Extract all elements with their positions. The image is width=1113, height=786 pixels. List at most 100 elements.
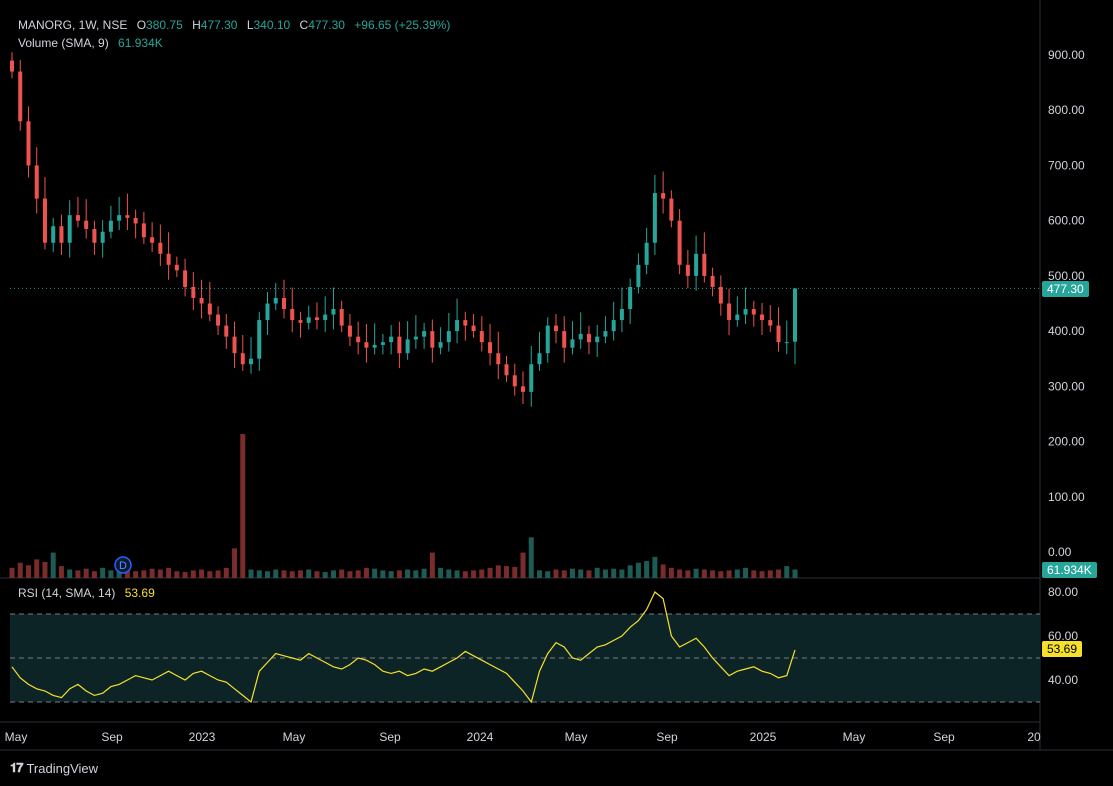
volume-bar (726, 570, 732, 578)
candle-body (389, 336, 394, 343)
volume-bar (17, 562, 23, 578)
time-tick-label: May (565, 730, 588, 744)
candle-body (611, 320, 616, 332)
rsi-tick-label: 40.00 (1048, 673, 1078, 687)
candle-body (694, 253, 699, 276)
time-tick-label: May (5, 730, 28, 744)
volume-bar (586, 570, 592, 578)
volume-bar (339, 569, 345, 578)
candle-body (281, 297, 286, 310)
symbol-name: MANORG, 1W, NSE (18, 18, 128, 32)
volume-bar (265, 571, 271, 578)
volume-bar (504, 566, 510, 578)
volume-bar (553, 569, 559, 578)
volume-bar (611, 568, 617, 578)
volume-bar (363, 567, 369, 578)
volume-bar (289, 571, 295, 578)
last-rsi-tag: 53.69 (1042, 641, 1083, 657)
close-label: C (299, 18, 309, 32)
dividend-marker-label: D (119, 560, 127, 572)
candle-body (273, 297, 278, 304)
volume-bar (668, 567, 674, 578)
high-value: 477.30 (200, 18, 238, 32)
volume-bar (528, 537, 534, 578)
volume-bar (594, 567, 600, 578)
time-tick-label: 20 (1027, 730, 1041, 744)
time-tick-label: May (283, 730, 306, 744)
time-tick-label: Sep (101, 730, 123, 744)
candle-body (463, 320, 468, 326)
candle-body (735, 314, 740, 321)
candle-body (743, 309, 748, 315)
volume-bar (355, 570, 361, 578)
volume-bar (314, 571, 320, 578)
volume-bar (421, 568, 427, 578)
chart-canvas[interactable]: 900.00800.00700.00600.00500.00400.00300.… (0, 0, 1113, 786)
volume-bar (693, 568, 699, 578)
candle-body (562, 331, 567, 348)
candle-body (75, 215, 80, 221)
candle-body (488, 342, 493, 354)
volume-bar (83, 568, 89, 578)
time-tick-label: 2023 (189, 730, 216, 744)
volume-bar (50, 552, 56, 578)
volume-bar (273, 569, 279, 578)
candle-body (784, 342, 789, 344)
volume-bar (58, 566, 64, 578)
volume-bar (635, 562, 641, 578)
candle-body (240, 353, 245, 365)
candle-body (479, 331, 484, 343)
candle-body (108, 220, 113, 232)
open-value: 380.75 (146, 18, 183, 32)
candle-body (158, 242, 163, 254)
volume-bar (569, 568, 575, 578)
rsi-label: RSI (14, SMA, 14) (18, 586, 116, 600)
candle-body (413, 336, 418, 340)
rsi-value: 53.69 (124, 586, 155, 600)
volume-bar (644, 561, 650, 578)
volume-bar (405, 569, 411, 578)
candle-body (661, 193, 666, 199)
volume-bar (660, 564, 666, 578)
volume-bar (652, 556, 658, 578)
candle-body (710, 275, 715, 287)
candle-body (397, 336, 402, 354)
volume-bar (388, 571, 394, 578)
volume-bar (471, 570, 477, 578)
footer-brand[interactable]: 𝟏𝟕 TradingView (10, 760, 98, 776)
volume-bar (627, 565, 633, 578)
candle-body (166, 253, 171, 265)
candle-body (727, 303, 732, 321)
volume-bar (396, 570, 402, 578)
chart-window[interactable]: 900.00 800.00 700.00 600.00 500.00 400.00 300.… (0, 0, 1113, 786)
candle-body (323, 314, 328, 321)
volume-bar (776, 569, 782, 578)
candle-body (380, 342, 385, 345)
candle-body (183, 270, 188, 287)
volume-bar (223, 567, 229, 578)
candle-body (298, 320, 303, 323)
candle-body (364, 342, 369, 348)
candle-body (521, 386, 526, 392)
volume-legend: Volume (SMA, 9) 61.934K (18, 36, 163, 50)
candle-body (504, 364, 509, 376)
candle-body (290, 309, 295, 321)
price-tick-label: 0.00 (1048, 545, 1072, 559)
candle-body (422, 331, 427, 337)
volume-bar (207, 571, 213, 578)
volume-bar (248, 569, 254, 578)
candle-body (644, 242, 649, 265)
time-tick-label: Sep (933, 730, 955, 744)
candle-body (455, 320, 460, 332)
volume-bar (25, 565, 31, 578)
candle-body (586, 333, 591, 343)
candle-body (92, 228, 97, 243)
volume-bar (751, 570, 757, 578)
volume-bar (479, 569, 485, 578)
tradingview-logo-icon: 𝟏𝟕 (10, 760, 24, 775)
volume-label: Volume (SMA, 9) (18, 36, 109, 50)
last-price-tag: 477.30 (1042, 281, 1089, 297)
candle-body (257, 320, 262, 359)
candle-body (578, 333, 583, 340)
volume-bar (380, 570, 386, 578)
